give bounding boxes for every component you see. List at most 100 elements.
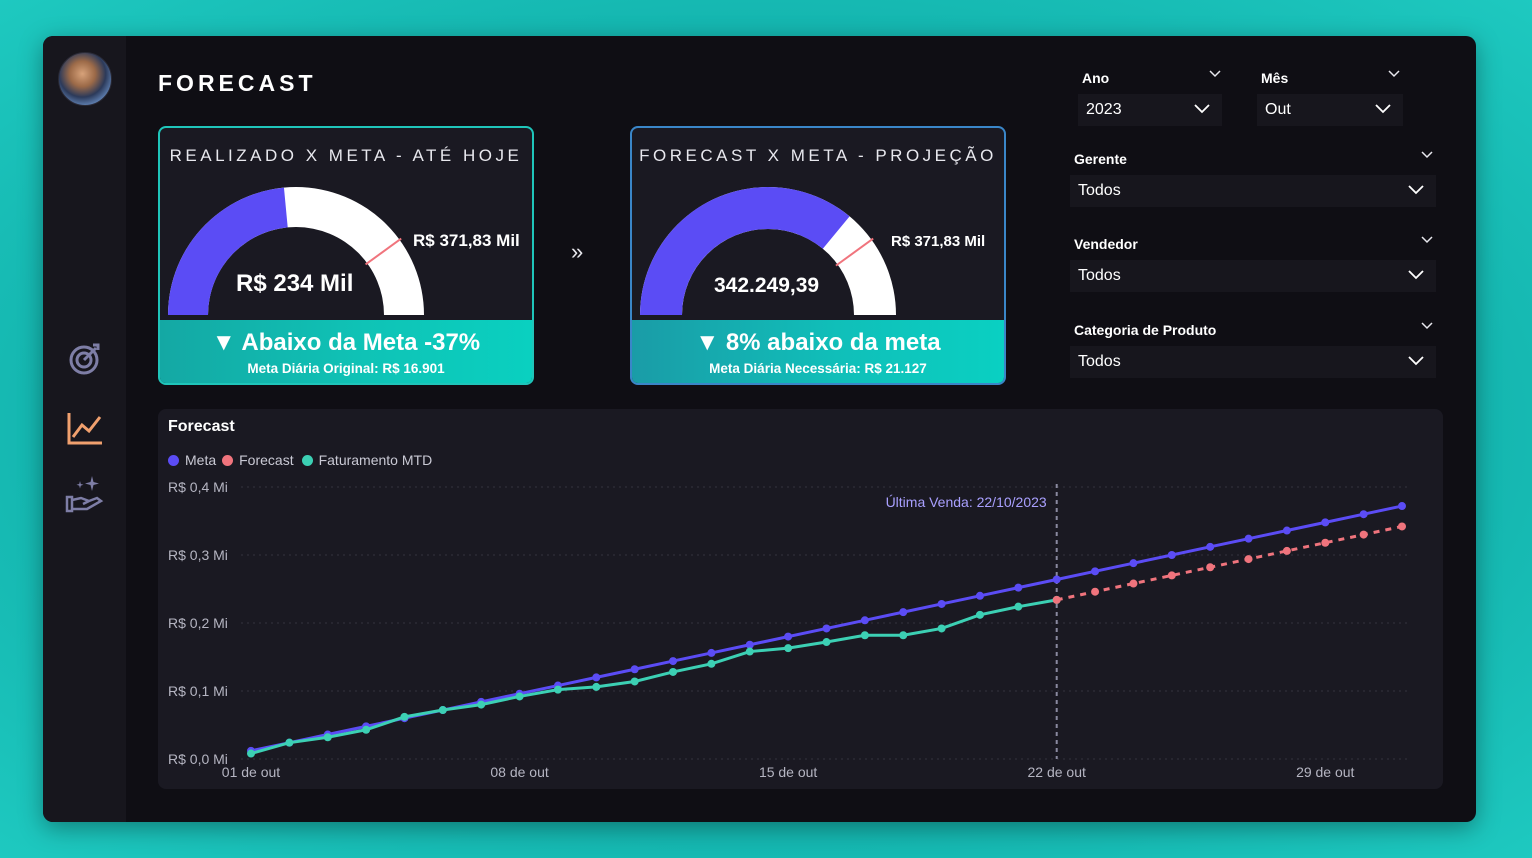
data-point-meta[interactable]	[1282, 526, 1291, 535]
data-point-meta[interactable]	[975, 591, 984, 600]
data-point-faturamento[interactable]	[400, 712, 409, 721]
x-tick-label: 29 de out	[1296, 764, 1354, 780]
data-point-meta[interactable]	[1359, 510, 1368, 519]
dashboard-frame: FORECAST REALIZADO X META - ATÉ HOJE R$ …	[43, 36, 1476, 822]
data-point-meta[interactable]	[822, 624, 831, 633]
data-point-forecast[interactable]	[1206, 563, 1215, 572]
legend-label-meta: Meta	[185, 452, 217, 468]
data-point-forecast[interactable]	[1129, 579, 1138, 588]
mes-value: Out	[1265, 101, 1291, 118]
data-point-faturamento[interactable]	[247, 749, 255, 758]
data-point-faturamento[interactable]	[899, 631, 908, 640]
mes-label: Mês	[1261, 70, 1289, 86]
vendedor-value: Todos	[1078, 267, 1121, 284]
ano-dropdown[interactable]: 2023	[1078, 94, 1222, 126]
data-point-forecast[interactable]	[1244, 555, 1253, 564]
categoria-label: Categoria de Produto	[1074, 322, 1217, 338]
data-point-forecast[interactable]	[1091, 587, 1100, 596]
gerente-chevron-down-icon[interactable]	[1421, 151, 1433, 159]
gerente-dropdown[interactable]: Todos	[1070, 175, 1436, 207]
categoria-dropdown[interactable]: Todos	[1070, 346, 1436, 378]
data-point-faturamento[interactable]	[745, 647, 754, 656]
forecast-value: 342.249,39	[714, 274, 820, 297]
categoria-chevron-down-icon[interactable]	[1421, 322, 1433, 330]
chart-title: Forecast	[168, 418, 235, 435]
data-point-meta[interactable]	[1167, 551, 1176, 559]
data-point-meta[interactable]	[592, 673, 601, 682]
data-point-faturamento[interactable]	[438, 706, 447, 715]
data-point-faturamento[interactable]	[362, 725, 371, 734]
legend-item-forecast[interactable]: Forecast	[222, 452, 294, 468]
legend-label-faturamento: Faturamento MTD	[318, 452, 433, 468]
data-point-faturamento[interactable]	[285, 738, 294, 747]
data-point-meta[interactable]	[1052, 575, 1061, 584]
mes-dropdown[interactable]: Out	[1257, 94, 1403, 126]
ano-label: Ano	[1082, 70, 1110, 86]
legend-item-meta[interactable]: Meta	[168, 452, 216, 468]
forecast-status: ▼ 8% abaixo da meta	[695, 329, 941, 356]
chevron-down-icon	[1408, 185, 1424, 195]
y-tick-label: R$ 0,4 Mi	[168, 479, 228, 495]
data-point-faturamento[interactable]	[592, 682, 601, 691]
vendedor-chevron-down-icon[interactable]	[1421, 236, 1433, 244]
gerente-value: Todos	[1078, 182, 1121, 199]
data-point-meta[interactable]	[707, 648, 716, 657]
data-point-faturamento[interactable]	[323, 733, 332, 742]
page-title: FORECAST	[158, 70, 317, 96]
vendedor-dropdown[interactable]: Todos	[1070, 260, 1436, 292]
mes-chevron-down-icon[interactable]	[1388, 70, 1400, 78]
data-point-forecast[interactable]	[1167, 571, 1176, 580]
data-point-meta[interactable]	[937, 599, 946, 608]
data-point-meta[interactable]	[860, 616, 869, 625]
arrows-icon: »	[571, 239, 584, 264]
data-point-meta[interactable]	[1206, 542, 1215, 551]
ano-value: 2023	[1086, 101, 1122, 118]
data-point-faturamento[interactable]	[669, 667, 678, 676]
x-tick-label: 08 de out	[490, 764, 548, 780]
legend-label-forecast: Forecast	[239, 452, 294, 468]
ultima-venda-label: Última Venda: 22/10/2023	[886, 494, 1047, 510]
data-point-meta[interactable]	[1321, 518, 1330, 527]
data-point-forecast[interactable]	[1052, 595, 1061, 604]
y-tick-label: R$ 0,0 Mi	[168, 751, 228, 767]
chevron-down-icon	[1408, 270, 1424, 280]
data-point-faturamento[interactable]	[784, 644, 793, 653]
realizado-status: ▼ Abaixo da Meta -37%	[211, 329, 481, 356]
data-point-faturamento[interactable]	[477, 700, 486, 709]
data-point-meta[interactable]	[1014, 583, 1023, 592]
data-point-meta[interactable]	[1091, 567, 1100, 576]
data-point-faturamento[interactable]	[822, 638, 831, 647]
data-point-meta[interactable]	[899, 608, 908, 617]
y-tick-label: R$ 0,1 Mi	[168, 683, 228, 699]
y-tick-label: R$ 0,3 Mi	[168, 547, 228, 563]
data-point-forecast[interactable]	[1282, 546, 1291, 555]
data-point-meta[interactable]	[669, 657, 678, 666]
hand-sparkle-icon[interactable]	[65, 473, 105, 513]
data-point-faturamento[interactable]	[1014, 602, 1023, 611]
data-point-faturamento[interactable]	[975, 610, 984, 619]
chart-legend: Meta Forecast Faturamento MTD	[168, 452, 440, 468]
data-point-forecast[interactable]	[1398, 522, 1406, 531]
data-point-meta[interactable]	[784, 632, 793, 641]
ano-chevron-down-icon[interactable]	[1209, 70, 1221, 78]
data-point-faturamento[interactable]	[630, 677, 639, 686]
data-point-meta[interactable]	[1244, 534, 1253, 543]
realizado-subtitle: Meta Diária Original: R$ 16.901	[247, 361, 445, 376]
forecast-chart-panel: R$ 0,0 Mi R$ 0,1 Mi R$ 0,2 Mi R$ 0,3 Mi R$ 0…	[158, 409, 1443, 789]
data-point-meta[interactable]	[1129, 559, 1138, 568]
line-chart-icon[interactable]	[65, 409, 105, 449]
data-point-meta[interactable]	[630, 665, 639, 674]
gerente-label: Gerente	[1074, 151, 1127, 167]
data-point-faturamento[interactable]	[515, 692, 524, 701]
data-point-faturamento[interactable]	[937, 624, 946, 633]
data-point-meta[interactable]	[1398, 502, 1406, 511]
avatar[interactable]	[58, 52, 112, 106]
data-point-forecast[interactable]	[1359, 530, 1368, 539]
forecast-target: R$ 371,83 Mil	[891, 233, 986, 250]
data-point-faturamento[interactable]	[553, 685, 562, 694]
target-icon[interactable]	[65, 339, 105, 379]
data-point-forecast[interactable]	[1321, 538, 1330, 547]
legend-item-faturamento[interactable]: Faturamento MTD	[301, 452, 433, 468]
data-point-faturamento[interactable]	[707, 659, 716, 668]
data-point-faturamento[interactable]	[860, 631, 869, 640]
